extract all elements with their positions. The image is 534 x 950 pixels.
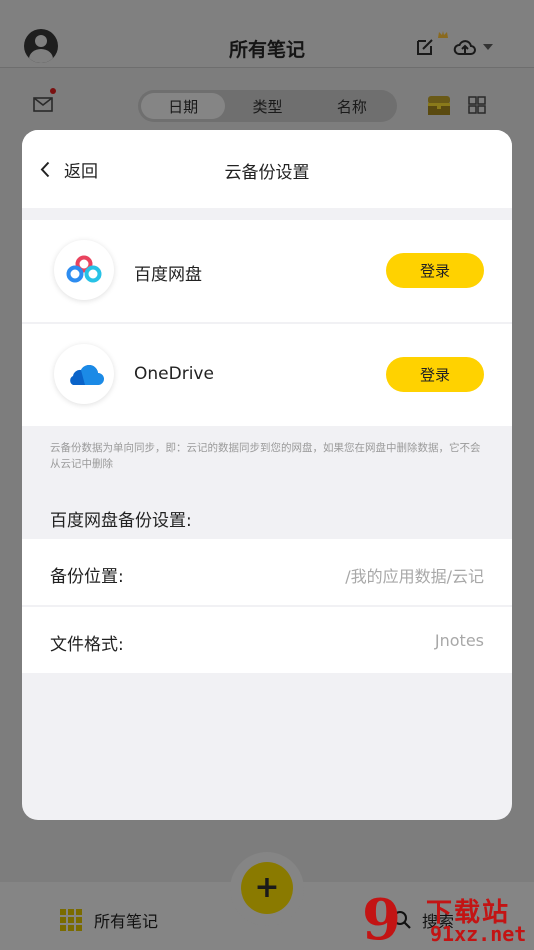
file-format-value: Jnotes [434, 631, 484, 650]
watermark: 9 下载站 91xz.net [356, 890, 534, 950]
tab-type[interactable]: 类型 [225, 93, 309, 119]
baidu-login-button[interactable]: 登录 [386, 253, 484, 288]
nav-all-notes-label: 所有笔记 [94, 912, 159, 931]
mail-icon[interactable] [32, 94, 54, 114]
file-format-row[interactable]: 文件格式: Jnotes [22, 607, 512, 673]
crown-icon [436, 28, 450, 40]
backup-location-row[interactable]: 备份位置: /我的应用数据/云记 [22, 539, 512, 605]
baidu-netdisk-logo-icon [54, 240, 114, 300]
edit-icon[interactable] [414, 36, 436, 58]
notification-dot-icon [50, 88, 56, 94]
baidu-settings-heading: 百度网盘备份设置: [50, 511, 192, 531]
watermark-logo: 9 [362, 887, 401, 950]
tab-date[interactable]: 日期 [141, 93, 226, 119]
sync-hint-text: 云备份数据为单向同步，即：云记的数据同步到您的网盘，如果您在网盘中删除数据，它不… [50, 442, 481, 470]
tab-name[interactable]: 名称 [310, 93, 394, 119]
onedrive-logo-icon [54, 344, 114, 404]
file-format-label: 文件格式: [50, 635, 124, 655]
nav-all-notes[interactable]: 所有笔记 [60, 908, 158, 932]
notes-grid-icon [60, 909, 82, 931]
app-header: 所有笔记 [0, 0, 534, 68]
add-note-button[interactable]: + [241, 862, 293, 914]
provider-row-baidu: 百度网盘 登录 [22, 220, 512, 322]
provider-name-onedrive: OneDrive [134, 364, 214, 384]
grid-view-icon[interactable] [466, 94, 488, 116]
provider-name-baidu: 百度网盘 [134, 265, 202, 285]
cloud-backup-dialog: 返回 云备份设置 百度网盘 登录 OneDrive 登录 云备份数据为单向同步，… [22, 130, 512, 820]
provider-row-onedrive: OneDrive 登录 [22, 324, 512, 426]
watermark-domain: 91xz.net [430, 922, 527, 946]
onedrive-login-button[interactable]: 登录 [386, 357, 484, 392]
sort-tabs: 日期 类型 名称 [138, 90, 397, 122]
treasure-chest-icon[interactable] [426, 92, 452, 118]
chevron-down-icon[interactable] [481, 41, 495, 53]
backup-location-value: /我的应用数据/云记 [345, 567, 484, 586]
dialog-header: 返回 云备份设置 [22, 130, 512, 208]
backup-location-label: 备份位置: [50, 567, 124, 587]
cloud-upload-icon[interactable] [452, 36, 478, 58]
dialog-title: 云备份设置 [224, 163, 310, 183]
